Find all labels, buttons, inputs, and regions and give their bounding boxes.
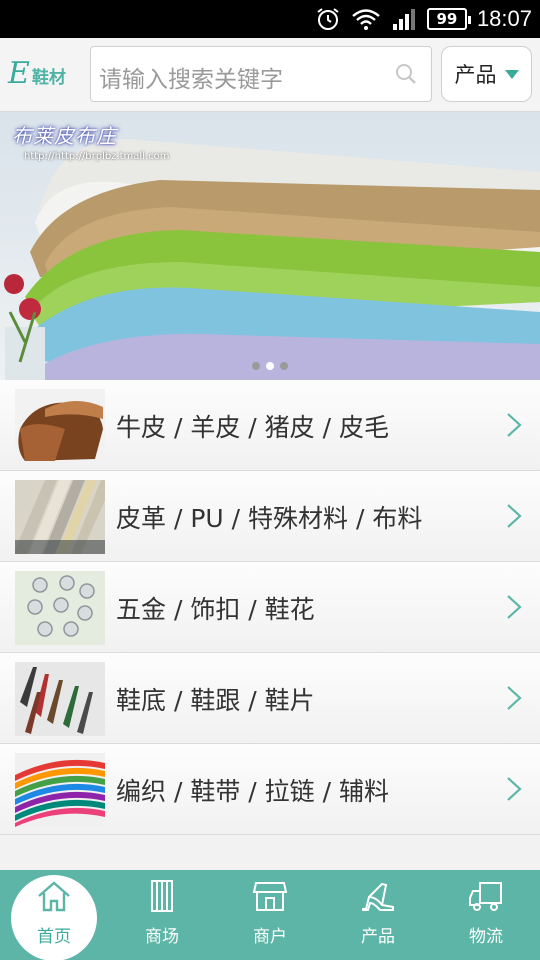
- category-row-soles[interactable]: 鞋底 / 鞋跟 / 鞋片: [0, 653, 540, 744]
- search-input[interactable]: 请输入搜索关键字: [90, 46, 432, 102]
- leather-swatch-thumbnail: [15, 389, 105, 463]
- category-label: 鞋底 / 鞋跟 / 鞋片: [116, 686, 315, 715]
- app-header: E 鞋材 请输入搜索关键字 产品: [0, 38, 540, 112]
- home-icon: [38, 881, 70, 912]
- banner-brand-name: 布莱皮布庄: [12, 124, 117, 148]
- app-logo: E 鞋材: [8, 56, 66, 91]
- category-row-leather[interactable]: 牛皮 / 羊皮 / 猪皮 / 皮毛: [0, 380, 540, 471]
- chevron-right-icon: [507, 504, 522, 528]
- caret-down-icon: [504, 69, 519, 79]
- store-icon: [252, 882, 288, 911]
- tab-label: 商户: [253, 927, 287, 947]
- tab-mall[interactable]: 商场: [108, 870, 216, 960]
- clock: 18:07: [476, 6, 532, 31]
- tab-merchants[interactable]: 商户: [216, 870, 324, 960]
- search-icon[interactable]: [395, 63, 417, 85]
- category-label: 牛皮 / 羊皮 / 猪皮 / 皮毛: [116, 413, 389, 442]
- rhinestone-buttons-thumbnail: [15, 571, 105, 645]
- truck-icon: [469, 882, 502, 911]
- category-label: 五金 / 饰扣 / 鞋花: [116, 595, 315, 624]
- search-placeholder: 请输入搜索关键字: [99, 67, 283, 93]
- chevron-right-icon: [507, 413, 522, 437]
- category-row-hardware[interactable]: 五金 / 饰扣 / 鞋花: [0, 562, 540, 653]
- banner-brand-url: http://http://brplbz.tmall.com: [24, 151, 170, 162]
- logo-text: 鞋材: [31, 68, 66, 88]
- carousel-dot-active[interactable]: [266, 362, 274, 370]
- carousel-dot[interactable]: [280, 362, 288, 370]
- status-bar: 99 18:07: [0, 0, 540, 38]
- battery-indicator: 99: [426, 8, 471, 30]
- tab-label: 产品: [361, 927, 395, 947]
- category-dropdown[interactable]: 产品: [441, 46, 532, 102]
- alarm-icon: [317, 8, 339, 30]
- category-row-laces[interactable]: 编织 / 鞋带 / 拉链 / 辅料: [0, 744, 540, 835]
- category-list: 牛皮 / 羊皮 / 猪皮 / 皮毛 皮革 / PU / 特殊材料 / 布料 五金…: [0, 380, 540, 835]
- chevron-right-icon: [507, 595, 522, 619]
- chevron-right-icon: [507, 777, 522, 801]
- mall-icon: [151, 880, 173, 912]
- shoe-heels-thumbnail: [15, 662, 105, 736]
- category-label: 编织 / 鞋带 / 拉链 / 辅料: [116, 777, 389, 806]
- signal-icon: [392, 9, 415, 30]
- tab-home[interactable]: 首页: [0, 870, 108, 960]
- promo-banner[interactable]: 布莱皮布庄 http://http://brplbz.tmall.com: [0, 112, 540, 380]
- category-label: 皮革 / PU / 特殊材料 / 布料: [116, 504, 423, 533]
- logo-letter: E: [8, 56, 30, 91]
- colored-laces-thumbnail: [15, 753, 105, 827]
- category-row-pu[interactable]: 皮革 / PU / 特殊材料 / 布料: [0, 471, 540, 562]
- carousel-indicators: [252, 362, 288, 370]
- tab-products[interactable]: 产品: [324, 870, 432, 960]
- category-dropdown-label: 产品: [454, 63, 497, 87]
- pu-rolls-thumbnail: [15, 480, 105, 554]
- tab-label: 商场: [145, 927, 179, 947]
- tab-logistics[interactable]: 物流: [432, 870, 540, 960]
- carousel-dot[interactable]: [252, 362, 260, 370]
- wifi-icon: [352, 9, 380, 30]
- tab-label: 物流: [469, 927, 503, 947]
- tab-label: 首页: [37, 927, 71, 947]
- bottom-tab-bar: 首页 商场 商户 产品 物流: [0, 870, 540, 960]
- high-heel-icon: [362, 882, 394, 911]
- banner-brand: 布莱皮布庄 http://http://brplbz.tmall.com: [12, 120, 170, 162]
- chevron-right-icon: [507, 686, 522, 710]
